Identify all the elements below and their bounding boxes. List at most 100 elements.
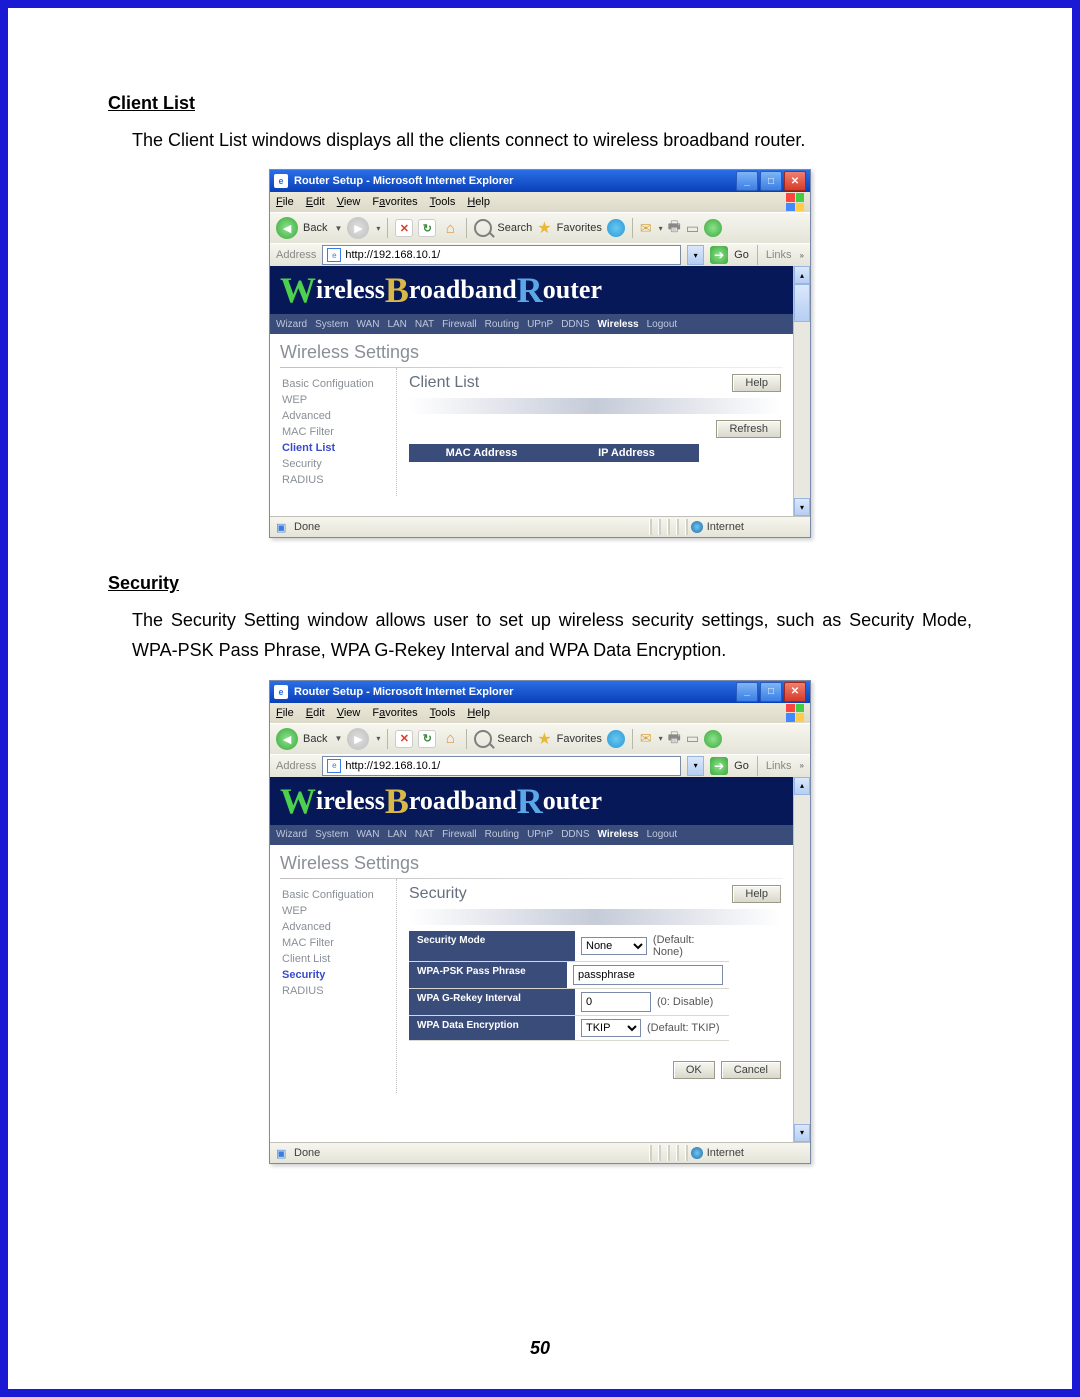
nav-nat[interactable]: NAT: [415, 829, 434, 840]
close-button[interactable]: ✕: [784, 171, 806, 191]
side-security[interactable]: Security: [274, 967, 392, 983]
print-icon[interactable]: 🖶: [668, 216, 681, 240]
ok-button[interactable]: OK: [673, 1061, 715, 1079]
menu-tools[interactable]: Tools: [430, 707, 456, 719]
max-button[interactable]: □: [760, 171, 782, 191]
nav-upnp[interactable]: UPnP: [527, 829, 553, 840]
close-button[interactable]: ✕: [784, 682, 806, 702]
encryption-select[interactable]: TKIP: [581, 1019, 641, 1037]
cancel-button[interactable]: Cancel: [721, 1061, 781, 1079]
nav-ddns[interactable]: DDNS: [561, 319, 589, 330]
refresh-icon[interactable]: ↻: [418, 730, 436, 748]
media-icon[interactable]: [607, 219, 625, 237]
security-mode-select[interactable]: None: [581, 937, 647, 955]
menu-file[interactable]: File: [276, 707, 294, 719]
scrollbar[interactable]: ▴ ▾: [793, 266, 810, 516]
forward-icon[interactable]: ►: [347, 217, 369, 239]
nav-firewall[interactable]: Firewall: [442, 319, 476, 330]
messenger-icon[interactable]: [704, 730, 722, 748]
address-dropdown[interactable]: ▾: [687, 245, 704, 265]
favorites-label[interactable]: Favorites: [557, 222, 602, 234]
nav-wizard[interactable]: Wizard: [276, 829, 307, 840]
mail-icon[interactable]: ✉: [640, 730, 652, 747]
favorites-icon[interactable]: ★: [537, 729, 551, 749]
min-button[interactable]: _: [736, 682, 758, 702]
refresh-icon[interactable]: ↻: [418, 219, 436, 237]
side-radius[interactable]: RADIUS: [274, 472, 392, 488]
menu-file[interactable]: File: [276, 196, 294, 208]
nav-wan[interactable]: WAN: [356, 829, 379, 840]
menu-view[interactable]: View: [337, 196, 361, 208]
side-security[interactable]: Security: [274, 456, 392, 472]
side-radius[interactable]: RADIUS: [274, 983, 392, 999]
stop-icon[interactable]: ✕: [395, 730, 413, 748]
side-advanced[interactable]: Advanced: [274, 919, 392, 935]
go-icon[interactable]: ➔: [710, 246, 728, 264]
nav-nat[interactable]: NAT: [415, 319, 434, 330]
nav-lan[interactable]: LAN: [387, 829, 406, 840]
edit-icon[interactable]: ▭: [686, 730, 699, 747]
refresh-button[interactable]: Refresh: [716, 420, 781, 438]
forward-icon[interactable]: ►: [347, 728, 369, 750]
nav-routing[interactable]: Routing: [485, 319, 519, 330]
nav-system[interactable]: System: [315, 829, 348, 840]
address-input[interactable]: e http://192.168.10.1/: [322, 756, 681, 776]
nav-wireless[interactable]: Wireless: [598, 829, 639, 840]
stop-icon[interactable]: ✕: [395, 219, 413, 237]
favorites-label[interactable]: Favorites: [557, 733, 602, 745]
go-icon[interactable]: ➔: [710, 757, 728, 775]
scrollbar[interactable]: ▴ ▾: [793, 777, 810, 1142]
side-macfilter[interactable]: MAC Filter: [274, 935, 392, 951]
nav-lan[interactable]: LAN: [387, 319, 406, 330]
nav-ddns[interactable]: DDNS: [561, 829, 589, 840]
side-advanced[interactable]: Advanced: [274, 408, 392, 424]
side-macfilter[interactable]: MAC Filter: [274, 424, 392, 440]
help-button[interactable]: Help: [732, 374, 781, 392]
search-icon[interactable]: [474, 219, 492, 237]
side-wep[interactable]: WEP: [274, 392, 392, 408]
back-icon[interactable]: ◄: [276, 728, 298, 750]
edit-icon[interactable]: ▭: [686, 220, 699, 237]
nav-firewall[interactable]: Firewall: [442, 829, 476, 840]
passphrase-input[interactable]: [573, 965, 723, 985]
menu-edit[interactable]: Edit: [306, 707, 325, 719]
media-icon[interactable]: [607, 730, 625, 748]
nav-wizard[interactable]: Wizard: [276, 319, 307, 330]
nav-logout[interactable]: Logout: [647, 319, 678, 330]
side-basicconfig[interactable]: Basic Configuation: [274, 887, 392, 903]
menu-favorites[interactable]: Favorites: [372, 707, 417, 719]
menu-help[interactable]: Help: [467, 196, 490, 208]
search-icon[interactable]: [474, 730, 492, 748]
max-button[interactable]: □: [760, 682, 782, 702]
menu-edit[interactable]: Edit: [306, 196, 325, 208]
scroll-down-icon[interactable]: ▾: [794, 498, 810, 516]
home-icon[interactable]: ⌂: [441, 219, 459, 237]
search-label[interactable]: Search: [497, 222, 532, 234]
nav-upnp[interactable]: UPnP: [527, 319, 553, 330]
menu-favorites[interactable]: Favorites: [372, 196, 417, 208]
links-label[interactable]: Links: [766, 249, 792, 261]
go-label[interactable]: Go: [734, 249, 749, 261]
side-clientlist[interactable]: Client List: [274, 951, 392, 967]
nav-wireless[interactable]: Wireless: [598, 319, 639, 330]
nav-logout[interactable]: Logout: [647, 829, 678, 840]
go-label[interactable]: Go: [734, 760, 749, 772]
links-label[interactable]: Links: [766, 760, 792, 772]
messenger-icon[interactable]: [704, 219, 722, 237]
mail-icon[interactable]: ✉: [640, 220, 652, 237]
print-icon[interactable]: 🖶: [668, 727, 681, 751]
back-icon[interactable]: ◄: [276, 217, 298, 239]
nav-system[interactable]: System: [315, 319, 348, 330]
home-icon[interactable]: ⌂: [441, 730, 459, 748]
search-label[interactable]: Search: [497, 733, 532, 745]
min-button[interactable]: _: [736, 171, 758, 191]
scroll-up-icon[interactable]: ▴: [794, 266, 810, 284]
scroll-down-icon[interactable]: ▾: [794, 1124, 810, 1142]
scroll-thumb[interactable]: [794, 284, 810, 321]
back-label[interactable]: Back: [303, 222, 327, 234]
nav-wan[interactable]: WAN: [356, 319, 379, 330]
menu-view[interactable]: View: [337, 707, 361, 719]
side-wep[interactable]: WEP: [274, 903, 392, 919]
rekey-input[interactable]: [581, 992, 651, 1012]
menu-tools[interactable]: Tools: [430, 196, 456, 208]
